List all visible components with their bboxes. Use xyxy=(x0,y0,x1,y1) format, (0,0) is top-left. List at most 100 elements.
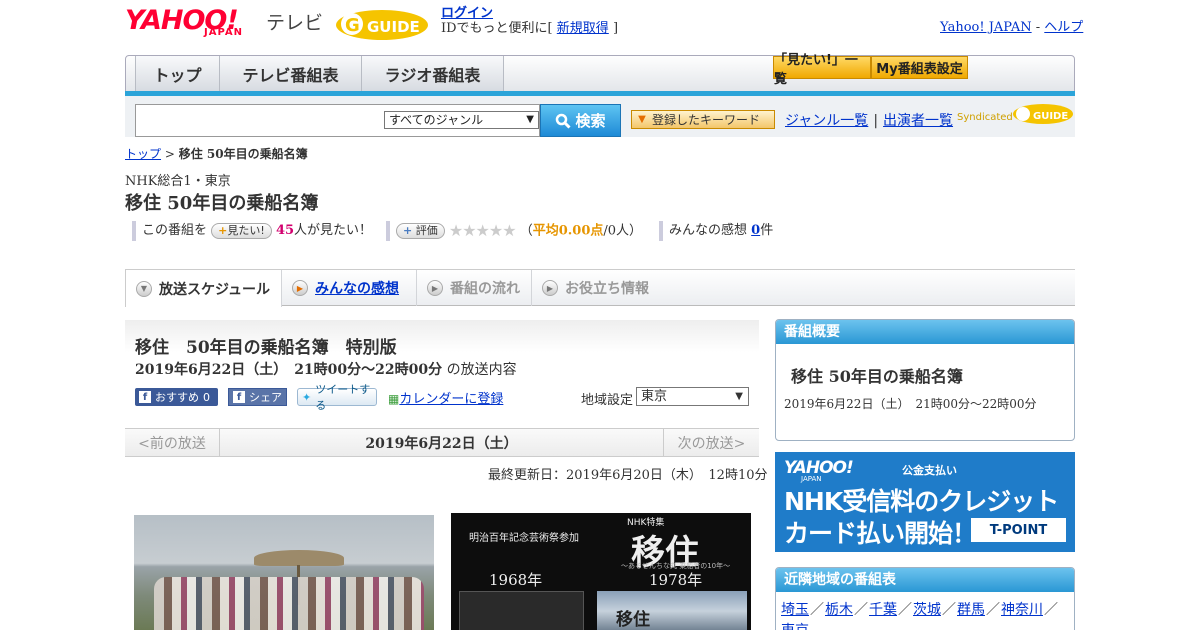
tab-label: 番組の流れ xyxy=(450,281,520,297)
breadcrumb-current: 移住 50年目の乗船名簿 xyxy=(178,147,308,161)
play-arrow-icon: ▶ xyxy=(427,280,443,296)
help-link[interactable]: ヘルプ xyxy=(1044,20,1083,35)
ad-headline-2: カード払い開始！ xyxy=(784,519,977,548)
photo-frame-left xyxy=(459,591,584,630)
want-to-watch-button[interactable]: +見たい! xyxy=(211,222,272,239)
dropdown-arrow-icon: ▼ xyxy=(526,114,534,125)
tweet-button[interactable]: ✦ ツイートする xyxy=(297,383,377,412)
page-title: 移住 50年目の乗船名簿 xyxy=(125,193,319,214)
keyword-button-label: 登録したキーワード xyxy=(652,113,761,127)
fb-recommend-count: 0 xyxy=(203,390,210,404)
search-side-links: ジャンル一覧 | 出演者一覧 xyxy=(785,110,953,130)
breadcrumb-top-link[interactable]: トップ xyxy=(125,147,161,161)
signup-link[interactable]: 新規取得 xyxy=(557,21,609,36)
overview-heading: 番組概要 xyxy=(776,320,1074,344)
nav-tab-radio-schedule[interactable]: ラジオ番組表 xyxy=(362,56,504,91)
plus-icon: + xyxy=(218,223,228,237)
photo-festival-text: 明治百年記念芸術祭参加 xyxy=(469,533,579,544)
breadcrumb: トップ > 移住 50年目の乗船名簿 xyxy=(125,145,308,162)
program-photo-title-card: NHK特集 移住 ～あるぜんちな丸 乗船者の10年～ 明治百年記念芸術祭参加 1… xyxy=(451,513,751,630)
nav-tab-tv-schedule[interactable]: テレビ番組表 xyxy=(220,56,362,91)
region-link[interactable]: 群馬 xyxy=(957,602,985,618)
cast-list-link[interactable]: 出演者一覧 xyxy=(883,113,953,129)
tab-broadcast-schedule[interactable]: ▼ 放送スケジュール xyxy=(125,270,282,307)
login-area: ログイン IDでもっと便利に[ 新規取得 ] xyxy=(441,6,618,36)
region-link[interactable]: 埼玉 xyxy=(781,602,809,618)
facebook-share-button[interactable]: f シェア xyxy=(228,388,287,406)
want-prefix: この番組を xyxy=(142,223,208,238)
overview-time: 2019年6月22日（土） 21時00分～22時00分 xyxy=(784,397,1037,411)
facebook-recommend-button[interactable]: f おすすめ 0 xyxy=(135,388,218,406)
svg-text:G: G xyxy=(345,15,360,36)
region-label: 地域設定 xyxy=(581,393,634,408)
want-button-label: 見たい! xyxy=(227,223,265,237)
slash: ／ xyxy=(810,602,824,618)
program-photo-group xyxy=(134,515,434,630)
login-text-suffix: ] xyxy=(612,21,619,36)
login-text-prefix: IDでもっと便利に[ xyxy=(441,21,553,36)
calendar-register-link[interactable]: ▦カレンダーに登録 xyxy=(388,388,503,407)
tab-label: 放送スケジュール xyxy=(159,281,271,298)
region-link[interactable]: 茨城 xyxy=(913,602,941,618)
ad-headline-1: NHK受信料のクレジット xyxy=(784,487,1059,516)
genre-list-link[interactable]: ジャンル一覧 xyxy=(785,113,868,129)
chevron-down-icon: ▼ xyxy=(136,280,152,297)
impressions-unit: 件 xyxy=(760,223,774,238)
rate-button-label: 評価 xyxy=(415,224,438,237)
parasol-shape xyxy=(254,550,344,566)
people-group-shape xyxy=(154,577,424,630)
region-link[interactable]: 栃木 xyxy=(825,602,853,618)
slash: ／ xyxy=(898,602,912,618)
top-link-separator: - xyxy=(1031,20,1045,35)
avg-people: /0人） xyxy=(603,223,643,239)
yahoo-japan-sublogo: JAPAN xyxy=(204,27,243,38)
program-title: 移住 50年目の乗船名簿 特別版 xyxy=(135,338,397,358)
tab-label: みんなの感想 xyxy=(315,281,399,297)
rate-button[interactable]: + 評価 xyxy=(396,223,445,239)
calendar-icon: ▦ xyxy=(388,392,400,406)
slash: ／ xyxy=(854,602,868,618)
tv-logo-text[interactable]: テレビ xyxy=(266,8,323,35)
rating-stars[interactable]: ★★★★★ xyxy=(449,221,517,240)
tab-useful-info: ▶ お役立ち情報 xyxy=(532,270,662,306)
facebook-icon: f xyxy=(139,391,151,403)
facebook-icon: f xyxy=(233,391,245,403)
my-table-settings-button[interactable]: My番組表設定 xyxy=(871,56,968,79)
genre-select[interactable]: すべてのジャンル ▼ xyxy=(384,111,539,129)
region-link[interactable]: 千葉 xyxy=(869,602,897,618)
yahoo-japan-link[interactable]: Yahoo! JAPAN xyxy=(940,20,1032,35)
ad-koukin-text: 公金支払い xyxy=(902,464,957,477)
gguide-logo: G GUIDE xyxy=(334,6,434,42)
want-count: 45 xyxy=(275,223,295,238)
dropdown-triangle-icon: ▼ xyxy=(638,114,646,125)
impressions-label: みんなの感想 xyxy=(669,223,748,238)
tab-impressions[interactable]: ▶ みんなの感想 xyxy=(282,270,417,306)
fb-recommend-label: おすすめ xyxy=(155,391,199,404)
login-link[interactable]: ログイン xyxy=(441,6,493,21)
svg-text:GUIDE: GUIDE xyxy=(1033,111,1068,122)
nav-tab-top[interactable]: トップ xyxy=(135,56,220,91)
plus-icon: + xyxy=(403,224,413,237)
want-to-watch-area: この番組を +見たい! 45人が見たい！ xyxy=(132,221,372,241)
average-score: 平均0.00点 xyxy=(532,223,604,239)
search-button[interactable]: 検索 xyxy=(540,104,621,137)
next-broadcast-button[interactable]: 次の放送> xyxy=(663,429,759,456)
region-select[interactable]: 東京 ▼ xyxy=(636,387,749,406)
photo-year-1978: 1978年 xyxy=(649,571,703,589)
program-time-suffix: の放送内容 xyxy=(446,362,517,378)
region-link[interactable]: 東京 xyxy=(781,623,809,630)
registered-keyword-button[interactable]: ▼ 登録したキーワード xyxy=(631,110,775,129)
region-link[interactable]: 神奈川 xyxy=(1001,602,1043,618)
overview-title: 移住 50年目の乗船名簿 xyxy=(791,367,963,386)
avg-paren: （ xyxy=(519,223,533,239)
previous-broadcast-button[interactable]: <前の放送 xyxy=(125,429,220,456)
region-select-value: 東京 xyxy=(641,389,668,404)
nearby-region-links: 埼玉／栃木／千葉／茨城／群馬／神奈川／東京 xyxy=(781,600,1069,630)
want-suffix: 人が見たい！ xyxy=(294,223,373,238)
rating-area: + 評価 ★★★★★ （平均0.00点/0人） xyxy=(386,221,642,241)
mitai-list-button[interactable]: 「見たい!」一覧 xyxy=(773,53,871,87)
nhk-credit-ad-banner[interactable]: YAHOO! JAPAN 公金支払い NHK受信料のクレジット カード払い開始！… xyxy=(775,452,1075,552)
genre-select-value: すべてのジャンル xyxy=(389,113,484,127)
last-updated: 最終更新日：2019年6月20日（木） 12時10分 xyxy=(488,468,768,483)
impressions-count-link[interactable]: 0 xyxy=(751,223,760,238)
